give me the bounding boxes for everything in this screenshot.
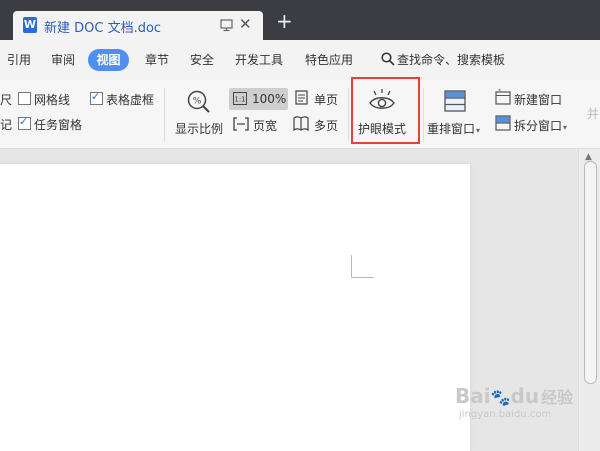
task-pane-checkbox[interactable]	[18, 115, 31, 130]
multi-page-button[interactable]: 多页	[314, 117, 338, 134]
rearrange-windows-button[interactable]: 重排窗口▾	[427, 120, 480, 137]
zoom-value: 100%	[252, 92, 287, 106]
view-ribbon: 尺 记 网格线 任务窗格 表格虚框 % 显示比例 1:1 100% 页宽 单页 …	[0, 80, 600, 149]
menu-bar: 引用 审阅 视图 章节 安全 开发工具 特色应用 查找命令、搜索模板	[0, 40, 600, 80]
multi-page-icon[interactable]	[293, 116, 309, 131]
eye-mode-highlight	[351, 77, 420, 144]
close-tab-icon[interactable]: ✕	[239, 15, 252, 33]
fit-100-icon: 1:1	[233, 92, 247, 105]
split-window-button[interactable]: 拆分窗口▾	[514, 117, 567, 134]
watermark-brand: Bai	[455, 384, 491, 408]
menu-references[interactable]: 引用	[7, 51, 31, 68]
vertical-scrollbar[interactable]: ▲	[578, 149, 600, 451]
svg-text:%: %	[193, 97, 202, 107]
menu-chapter[interactable]: 章节	[145, 51, 169, 68]
document-workspace: ▲ Bai🐾du 经验 jingyan.baidu.com	[0, 149, 600, 451]
tab-title: 新建 DOC 文档.doc	[44, 21, 162, 36]
ribbon-divider	[423, 88, 424, 142]
svg-text:*: *	[498, 89, 502, 95]
ribbon-divider	[164, 88, 165, 142]
page-width-button[interactable]: 页宽	[253, 117, 277, 134]
command-search[interactable]: 查找命令、搜索模板	[397, 51, 505, 68]
title-bar: W 新建 DOC 文档.doc ✕ +	[0, 0, 600, 40]
task-pane-label: 任务窗格	[34, 118, 83, 132]
table-borders-checkbox[interactable]	[90, 90, 103, 105]
partial-right-label: 并	[587, 107, 600, 121]
watermark-brand2: du	[510, 384, 540, 408]
new-window-icon[interactable]: *	[495, 89, 511, 105]
menu-developer-tools[interactable]: 开发工具	[235, 51, 283, 68]
single-page-icon[interactable]	[295, 90, 308, 105]
document-tab[interactable]: W 新建 DOC 文档.doc ✕	[13, 11, 263, 40]
doc-file-icon: W	[23, 17, 37, 33]
rearrange-windows-label: 重排窗口	[427, 122, 476, 136]
dropdown-caret-icon: ▾	[476, 126, 481, 135]
menu-special-apps[interactable]: 特色应用	[305, 51, 353, 68]
split-window-icon[interactable]	[495, 115, 511, 131]
table-borders-label: 表格虚框	[106, 93, 155, 107]
baidu-watermark: Bai🐾du 经验 jingyan.baidu.com	[455, 384, 575, 424]
display-ratio-button[interactable]: 显示比例	[175, 120, 223, 137]
page-corner-mark	[351, 255, 374, 278]
watermark-url: jingyan.baidu.com	[459, 409, 552, 420]
menu-view[interactable]: 视图	[88, 49, 129, 71]
scroll-thumb[interactable]	[584, 161, 597, 384]
menu-review[interactable]: 审阅	[51, 51, 75, 68]
svg-text:1:1: 1:1	[234, 96, 245, 104]
gridlines-label: 网格线	[34, 93, 71, 107]
zoom-percent-icon[interactable]: %	[186, 89, 212, 115]
split-window-label: 拆分窗口	[514, 119, 563, 133]
ruler-partial-label: 尺	[0, 93, 13, 107]
zoom-100-button[interactable]: 1:1 100%	[229, 88, 288, 110]
watermark-suffix: 经验	[541, 388, 574, 407]
monitor-icon[interactable]	[220, 18, 233, 32]
ribbon-divider	[348, 88, 349, 142]
paw-icon: 🐾	[490, 388, 511, 407]
document-page[interactable]	[0, 164, 470, 451]
menu-security[interactable]: 安全	[190, 51, 214, 68]
menu-view-label: 视图	[96, 53, 121, 67]
single-page-button[interactable]: 单页	[314, 91, 338, 108]
dropdown-caret-icon: ▾	[563, 123, 568, 132]
search-icon[interactable]	[381, 52, 395, 66]
gridlines-checkbox[interactable]	[18, 92, 31, 105]
new-tab-button[interactable]: +	[276, 11, 293, 31]
mark-partial-label: 记	[0, 118, 13, 132]
page-width-icon[interactable]	[233, 117, 249, 131]
rearrange-windows-icon[interactable]	[443, 89, 467, 113]
new-window-button[interactable]: 新建窗口	[514, 91, 562, 108]
